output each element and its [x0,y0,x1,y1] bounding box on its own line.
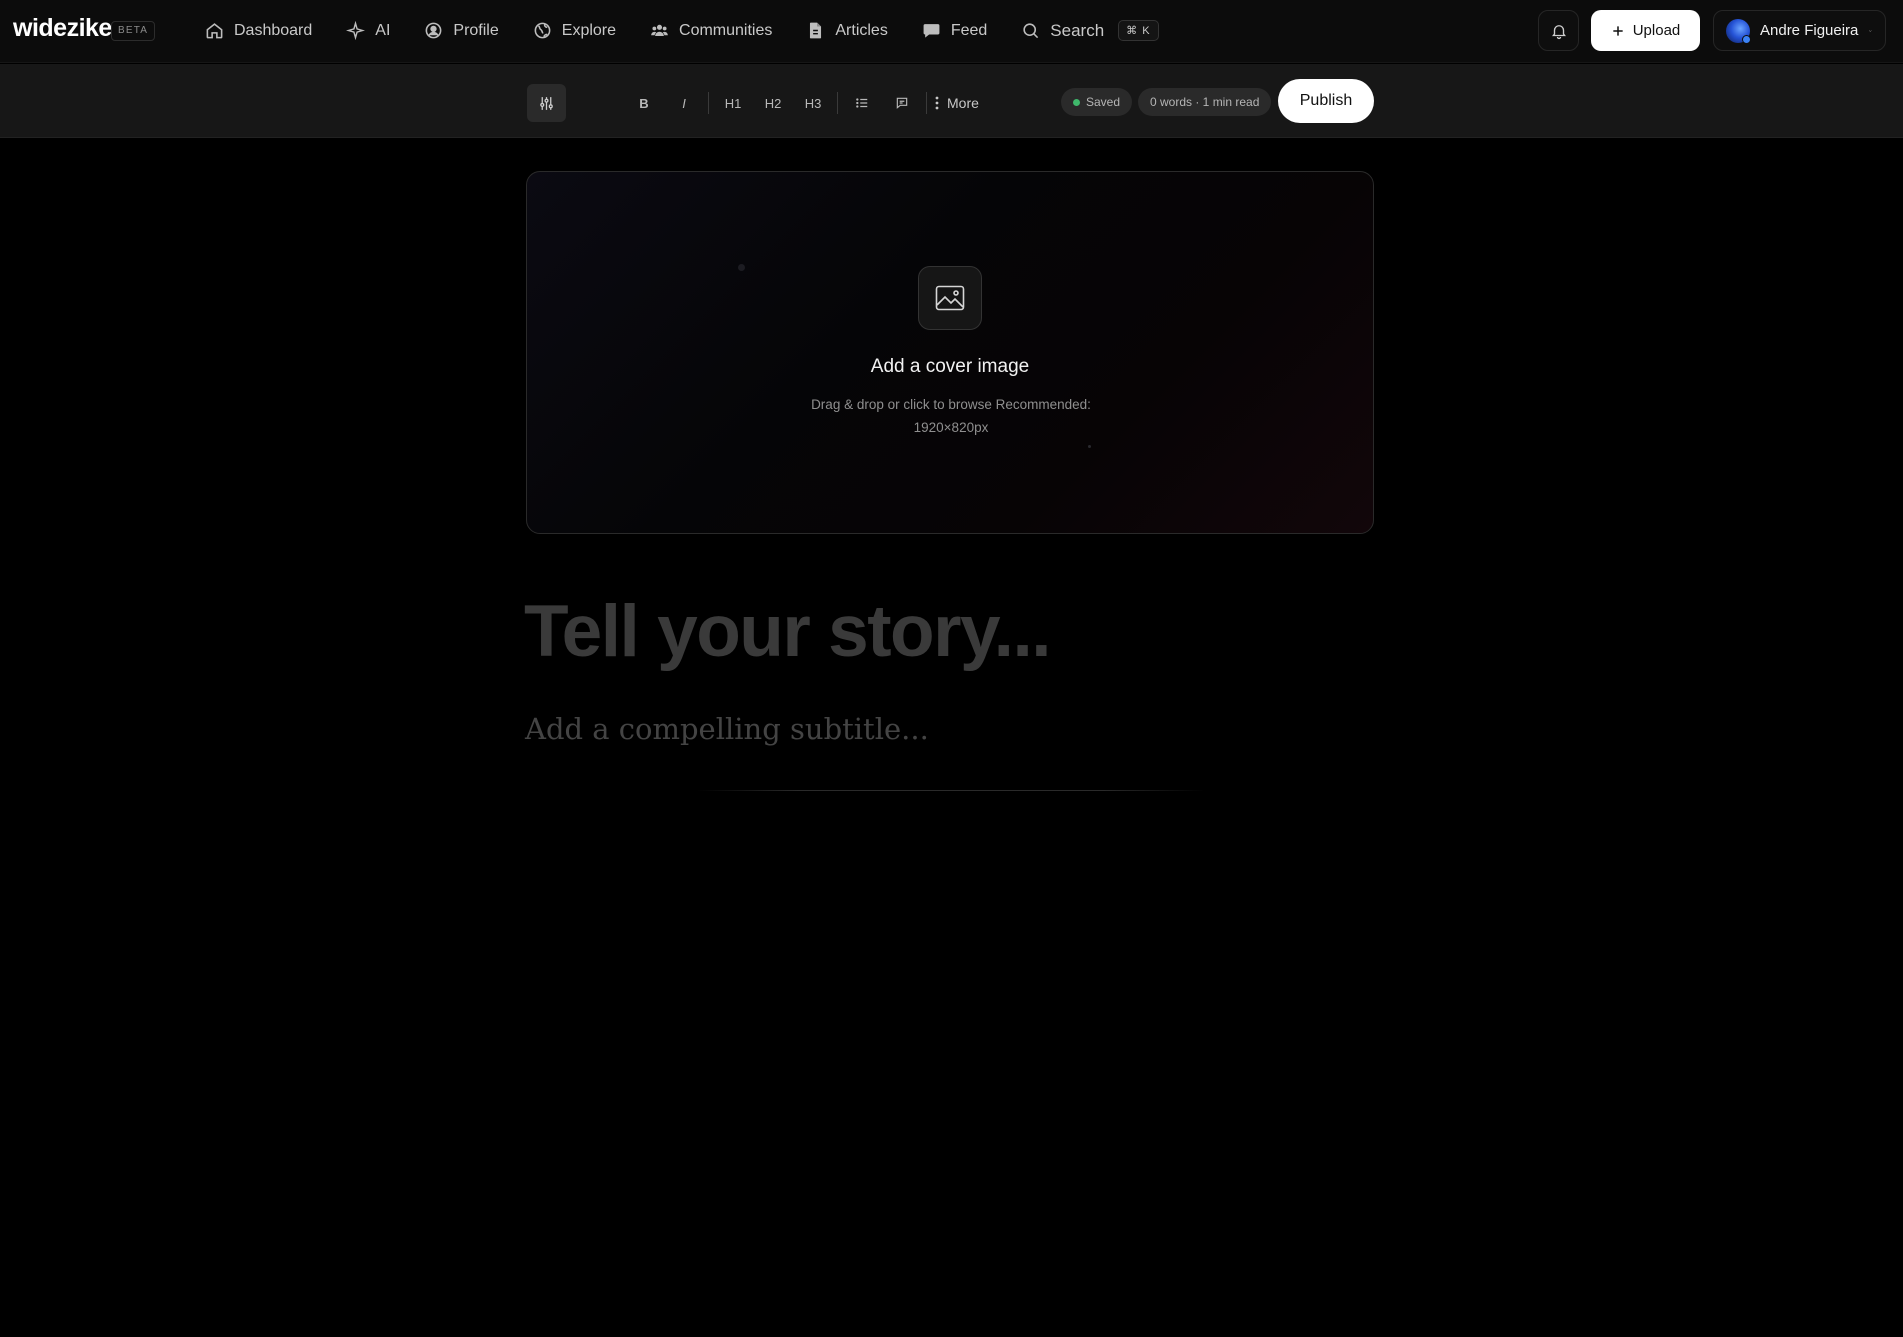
globe-icon [534,22,551,39]
format-controls: B I H1 H2 H3 More [628,86,979,120]
notifications-button[interactable] [1538,10,1579,51]
editor-toolbar: B I H1 H2 H3 More [0,64,1903,138]
cover-title: Add a cover image [870,356,1030,377]
comment-icon [896,97,908,109]
cover-image-dropzone[interactable]: Add a cover image Drag & drop or click t… [526,171,1374,534]
document-icon [810,22,822,39]
more-button[interactable]: More [935,95,979,111]
publish-button[interactable]: Publish [1278,79,1374,123]
upload-button[interactable]: Upload [1591,10,1700,51]
main-nav: Dashboard AI Profile Explore Communities… [205,0,1159,61]
nav-item-label: Profile [453,21,499,39]
avatar [1726,18,1751,44]
logo[interactable]: widezike [13,14,112,43]
heading1-button[interactable]: H1 [717,87,749,119]
nav-item-label: Dashboard [234,21,313,39]
chat-bubble-icon [923,24,940,38]
nav-item-label: Explore [561,21,617,39]
user-name: Andre Figueira [1760,22,1859,39]
nav-item-feed[interactable]: Feed [922,21,987,40]
search-label: Search [1050,20,1105,40]
story-title-input[interactable]: Tell your story... [524,590,1052,673]
save-status-label: Saved [1086,95,1121,109]
list-button[interactable] [846,87,878,119]
top-navigation-bar: widezike BETA Dashboard AI Profile Explo… [0,0,1903,63]
status-dot [1073,98,1080,106]
word-count-badge: 0 words · 1 min read [1138,88,1272,116]
settings-toggle-button[interactable] [527,84,566,122]
search-button[interactable]: Search ⌘ K [1021,20,1159,41]
more-vertical-icon [935,96,939,110]
toolbar-divider [708,92,709,114]
story-subtitle-input[interactable]: Add a compelling subtitle... [525,712,929,746]
beta-badge: BETA [111,21,156,41]
sparkle-icon [346,21,366,40]
users-icon [651,24,668,37]
nav-item-label: Articles [835,21,888,39]
home-icon [206,23,223,39]
italic-button[interactable]: I [668,87,700,119]
toolbar-divider [926,92,927,114]
nav-item-explore[interactable]: Explore [533,21,616,40]
cover-instructions: Drag & drop or click to browse Recommend… [811,397,1091,435]
toolbar-divider [837,92,838,114]
nav-item-label: AI [375,21,391,39]
nav-item-profile[interactable]: Profile [424,21,499,40]
decorative-dot [1088,445,1091,448]
sliders-icon [540,96,553,110]
nav-item-label: Feed [950,21,988,39]
heading2-button[interactable]: H2 [757,87,789,119]
heading3-button[interactable]: H3 [797,87,829,119]
nav-item-communities[interactable]: Communities [650,21,772,40]
list-icon [856,98,868,108]
more-label: More [947,95,979,111]
bold-button[interactable]: B [628,87,660,119]
decorative-dot [738,264,745,271]
divider [697,790,1205,791]
nav-item-articles[interactable]: Articles [806,21,888,40]
plus-icon [1613,25,1623,36]
user-circle-icon [425,22,442,39]
nav-item-dashboard[interactable]: Dashboard [205,21,312,40]
chevron-down-icon [1869,29,1872,32]
nav-item-ai[interactable]: AI [346,21,390,40]
bell-icon [1551,24,1566,39]
nav-item-label: Communities [679,21,773,39]
search-icon [1023,23,1039,39]
image-icon [918,266,982,330]
upload-label: Upload [1632,22,1681,39]
search-shortcut: ⌘ K [1118,20,1159,41]
user-menu-button[interactable]: Andre Figueira [1713,10,1886,51]
quote-button[interactable] [886,87,918,119]
save-status-badge: Saved [1061,88,1133,116]
